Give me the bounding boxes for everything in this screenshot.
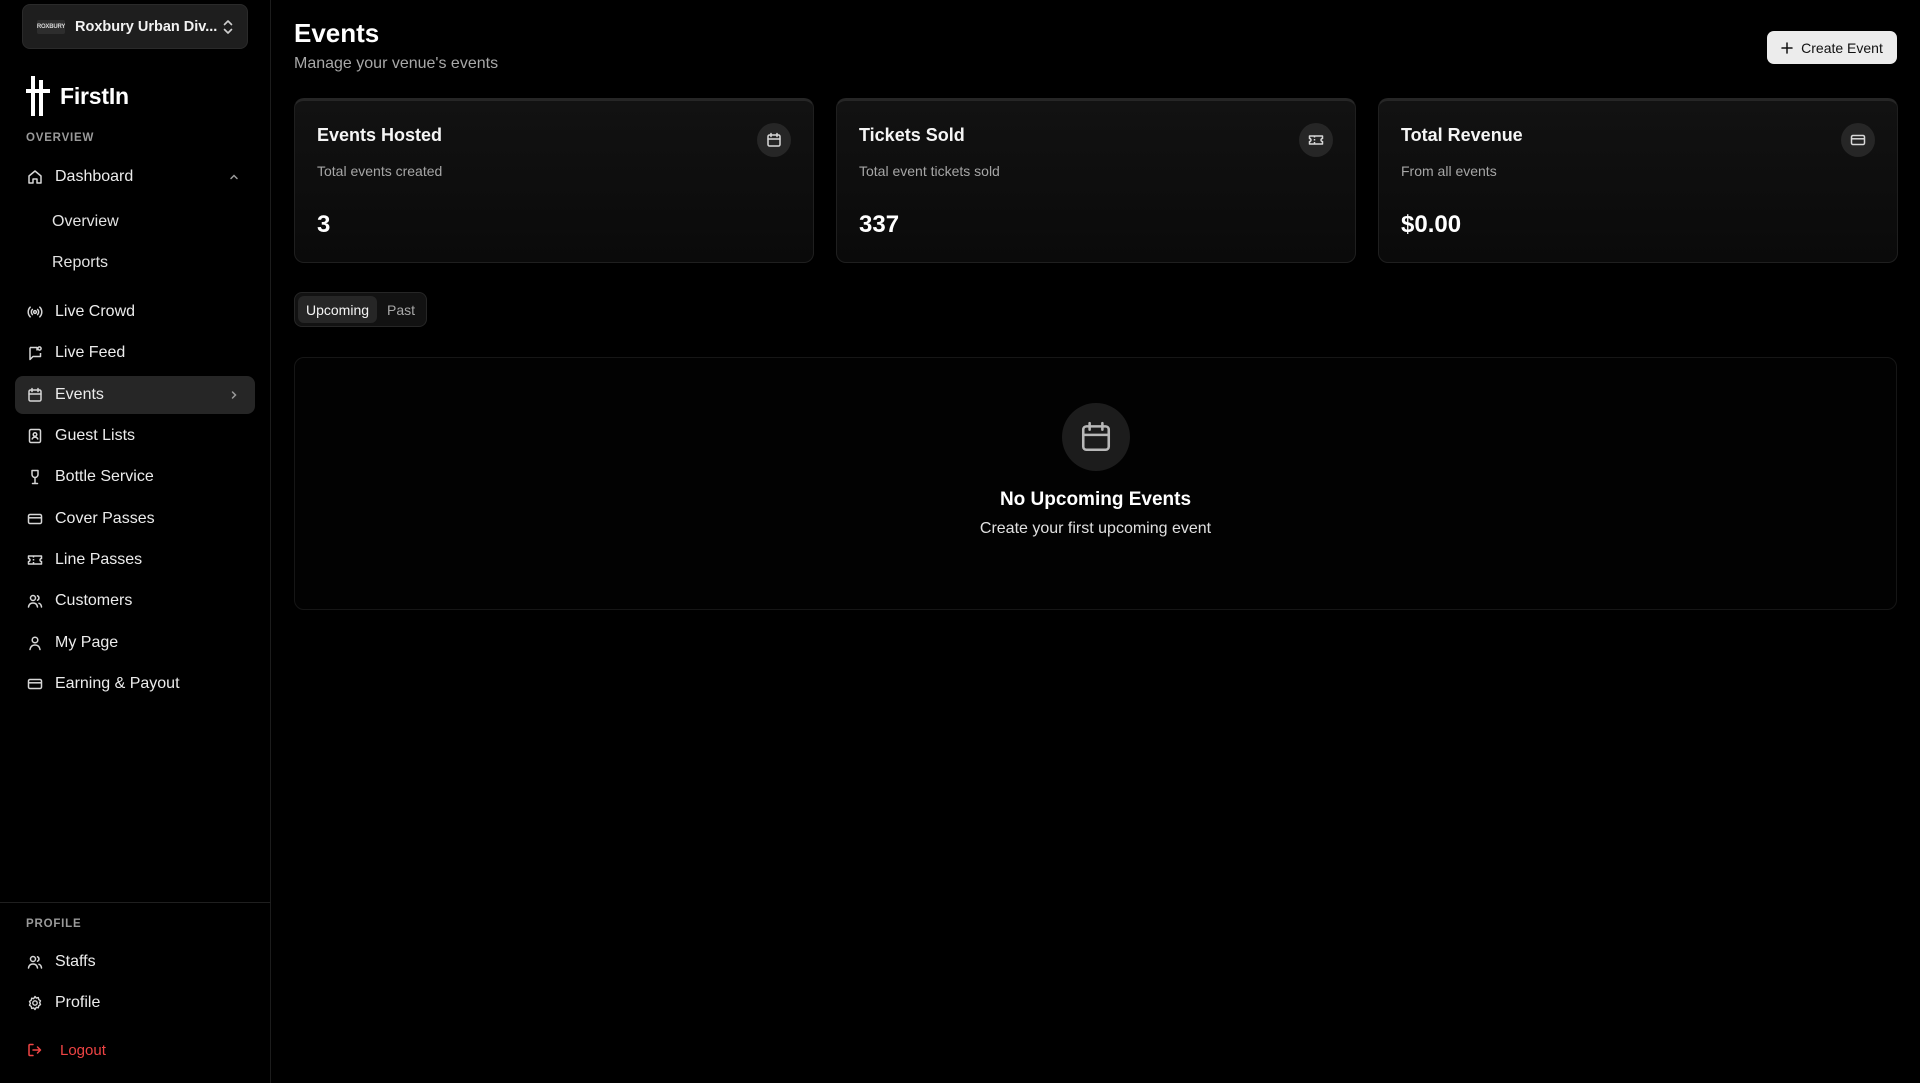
tab-past[interactable]: Past: [379, 296, 423, 323]
sidebar-divider: [0, 902, 271, 903]
sidebar-item-dashboard[interactable]: Dashboard: [15, 158, 255, 196]
sidebar-item-bottle-service[interactable]: Bottle Service: [15, 458, 255, 496]
sidebar-item-customers[interactable]: Customers: [15, 582, 255, 620]
sidebar-item-label: Live Feed: [55, 344, 126, 361]
logout-button[interactable]: Logout: [15, 1032, 255, 1068]
brand-name: FirstIn: [60, 82, 129, 109]
chevrons-up-down-icon: [221, 18, 235, 36]
sidebar-item-label: Bottle Service: [55, 468, 154, 485]
chevron-right-icon: [227, 388, 241, 402]
create-event-label: Create Event: [1801, 39, 1883, 56]
stat-title: Total Revenue: [1401, 125, 1523, 145]
stat-card-total-revenue: Total Revenue From all events $0.00: [1378, 98, 1898, 263]
empty-state-panel: No Upcoming Events Create your first upc…: [294, 357, 1897, 610]
stat-description: Total event tickets sold: [859, 163, 1000, 179]
sidebar-item-label: Events: [55, 386, 104, 403]
stat-description: Total events created: [317, 163, 443, 179]
sidebar-item-cover-passes[interactable]: Cover Passes: [15, 500, 255, 538]
credit-card-icon: [1841, 123, 1875, 157]
credit-card-icon: [27, 511, 43, 527]
sidebar-item-label: Guest Lists: [55, 427, 136, 444]
stat-title: Tickets Sold: [859, 125, 965, 145]
sidebar-item-live-crowd[interactable]: Live Crowd: [15, 293, 255, 331]
brand: FirstIn: [26, 76, 129, 116]
sidebar-item-label: Earning & Payout: [55, 675, 180, 692]
stat-value: $0.00: [1401, 211, 1462, 238]
users-icon: [27, 593, 43, 609]
stat-value: 337: [859, 211, 900, 238]
create-event-button[interactable]: Create Event: [1767, 31, 1897, 64]
sidebar-item-label: Customers: [55, 592, 133, 609]
sidebar-item-line-passes[interactable]: Line Passes: [15, 541, 255, 579]
plus-icon: [1781, 41, 1793, 54]
section-label-profile: PROFILE: [26, 918, 82, 930]
sidebar-item-label: Dashboard: [55, 168, 134, 185]
sidebar-item-guest-lists[interactable]: Guest Lists: [15, 417, 255, 455]
stat-description: From all events: [1401, 163, 1497, 179]
sidebar-item-events[interactable]: Events: [15, 376, 255, 414]
sidebar-item-label: Cover Passes: [55, 510, 155, 527]
broadcast-icon: [27, 304, 43, 320]
users-icon: [27, 954, 43, 970]
page-subtitle: Manage your venue's events: [294, 55, 499, 72]
section-label-overview: OVERVIEW: [26, 132, 95, 144]
sidebar: ROXBURY Roxbury Urban Div... FirstIn OVE…: [0, 0, 271, 1083]
home-icon: [27, 169, 43, 185]
venue-logo: ROXBURY: [37, 19, 65, 34]
sidebar-item-label: Line Passes: [55, 551, 143, 568]
calendar-icon: [1062, 403, 1130, 471]
stat-title: Events Hosted: [317, 125, 443, 145]
stat-value: 3: [317, 211, 331, 238]
sidebar-item-earning-payout[interactable]: Earning & Payout: [15, 665, 255, 703]
firstin-logo-icon: [26, 76, 50, 116]
chat-square-icon: [27, 345, 43, 361]
sidebar-item-label: Profile: [55, 994, 101, 1011]
ticket-icon: [27, 552, 43, 568]
gear-icon: [27, 995, 43, 1011]
sidebar-item-profile[interactable]: Profile: [15, 984, 255, 1022]
ticket-icon: [1299, 123, 1333, 157]
venue-name: Roxbury Urban Div...: [75, 18, 218, 35]
user-icon: [27, 635, 43, 651]
sidebar-item-label: Live Crowd: [55, 303, 136, 320]
calendar-icon: [757, 123, 791, 157]
events-tabs: Upcoming Past: [294, 292, 428, 327]
wallet-card-icon: [27, 676, 43, 692]
sidebar-subitem-reports[interactable]: Reports: [52, 248, 108, 278]
page-title: Events: [294, 18, 380, 48]
stat-card-tickets-sold: Tickets Sold Total event tickets sold 33…: [836, 98, 1356, 263]
sidebar-item-label: Staffs: [55, 953, 96, 970]
empty-state-subtitle: Create your first upcoming event: [979, 520, 1212, 537]
calendar-icon: [27, 387, 43, 403]
sidebar-item-live-feed[interactable]: Live Feed: [15, 334, 255, 372]
sidebar-subitem-overview[interactable]: Overview: [52, 207, 119, 237]
stat-card-events-hosted: Events Hosted Total events created 3: [294, 98, 814, 263]
sidebar-item-staffs[interactable]: Staffs: [15, 943, 255, 981]
chevron-up-icon: [227, 170, 241, 184]
tab-upcoming[interactable]: Upcoming: [298, 296, 378, 323]
sidebar-item-label: My Page: [55, 634, 119, 651]
wine-glass-icon: [27, 469, 43, 485]
contact-book-icon: [27, 428, 43, 444]
venue-switcher[interactable]: ROXBURY Roxbury Urban Div...: [22, 4, 248, 49]
empty-state-title: No Upcoming Events: [999, 489, 1192, 510]
logout-icon: [27, 1042, 43, 1058]
sidebar-item-my-page[interactable]: My Page: [15, 624, 255, 662]
logout-label: Logout: [60, 1041, 106, 1059]
